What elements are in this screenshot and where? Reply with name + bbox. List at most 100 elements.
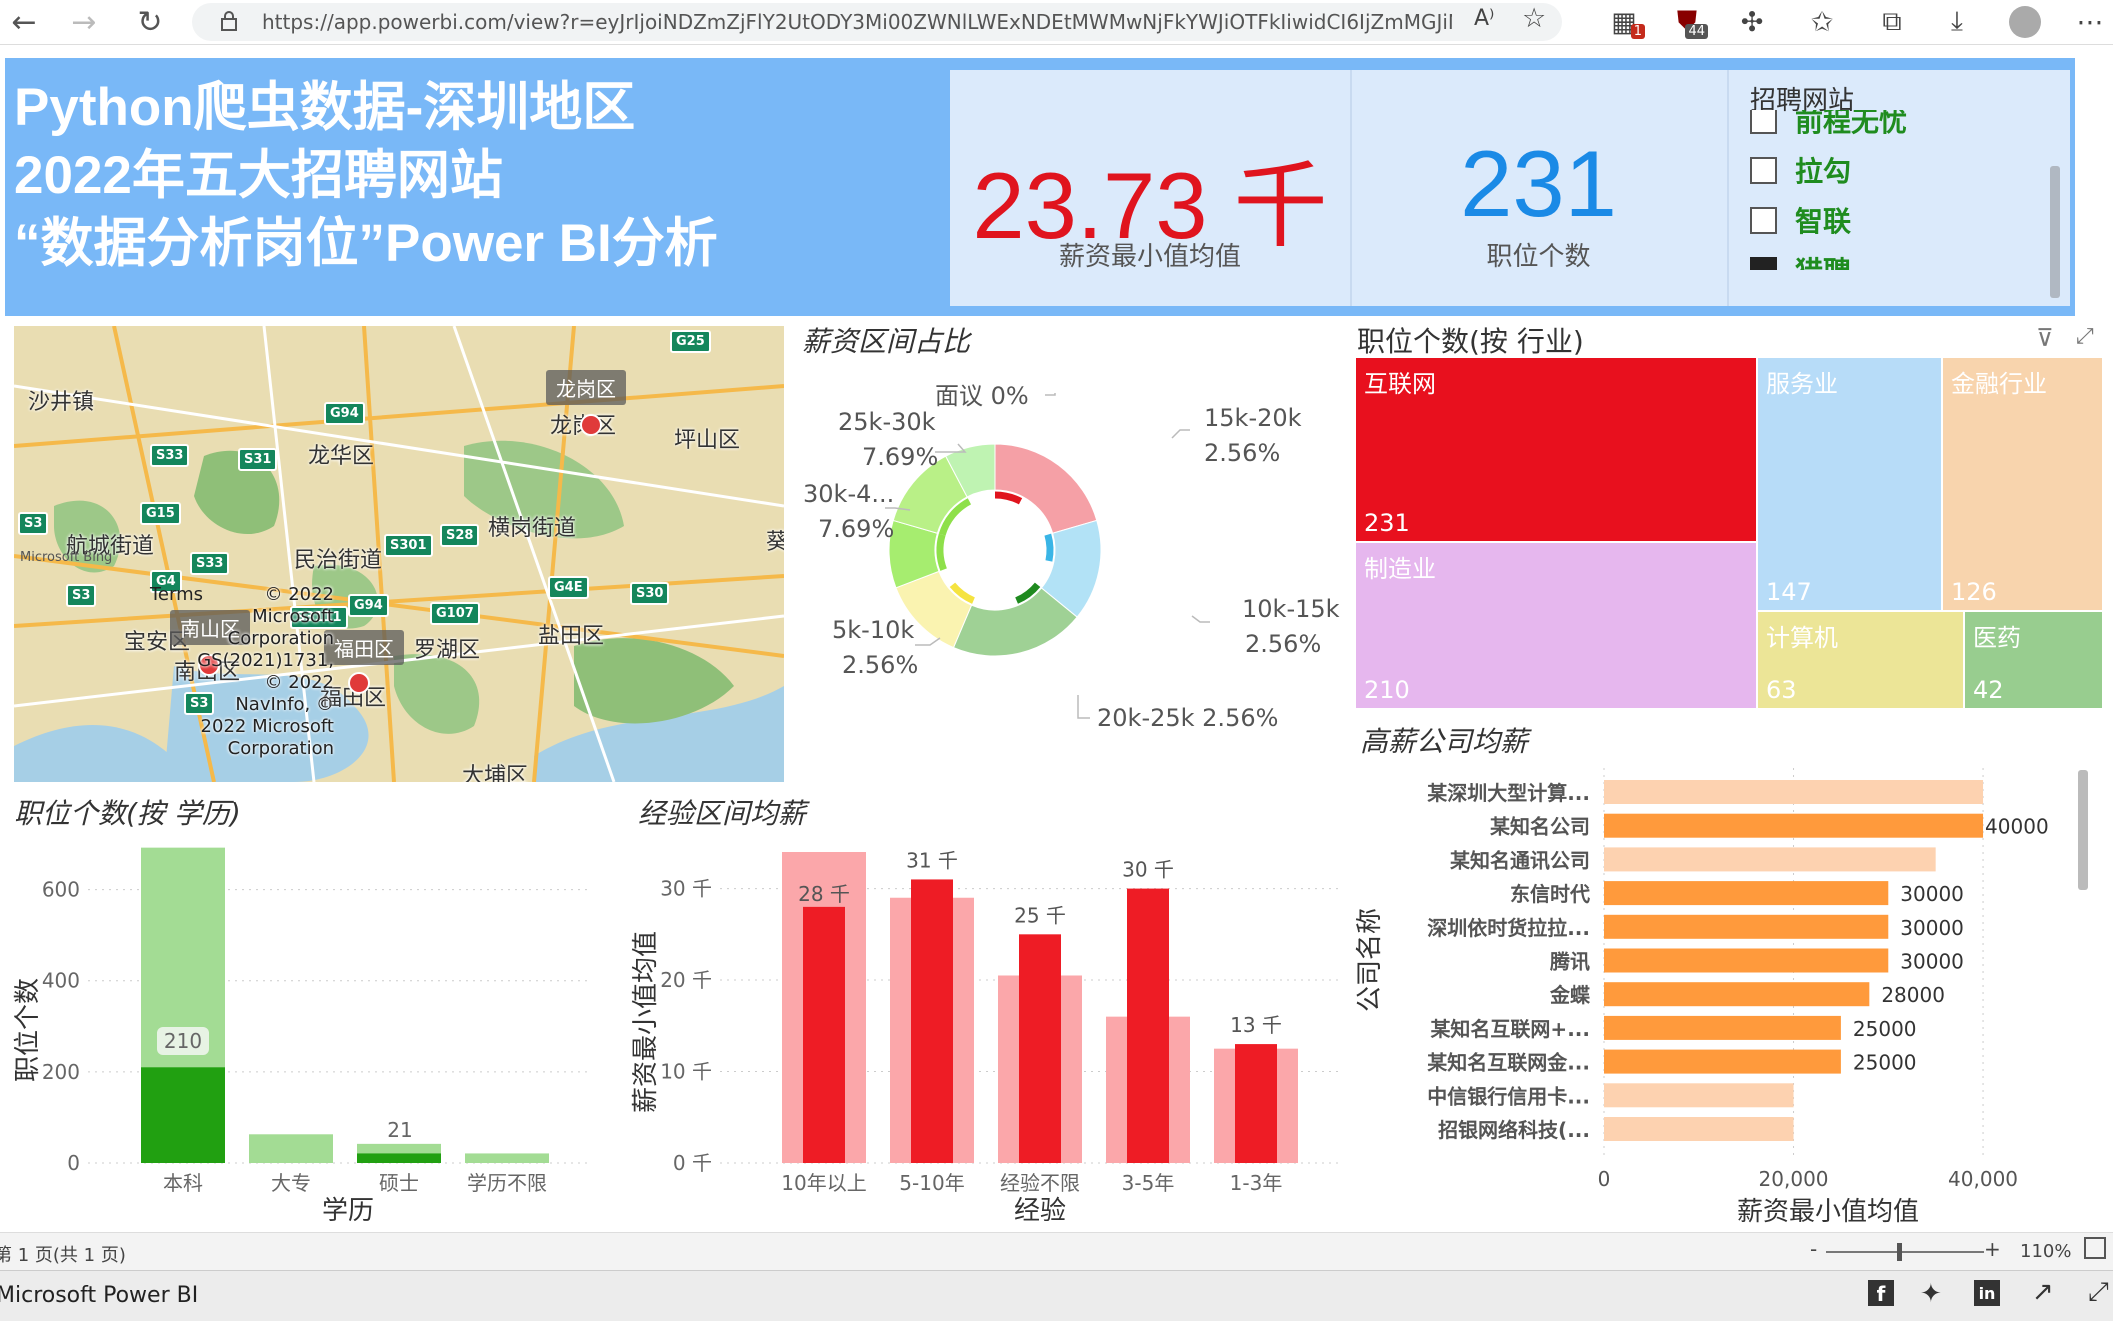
checkbox[interactable] [1750,206,1777,234]
exp-bar-highlight [1235,1044,1277,1163]
company-bar [1604,914,1889,939]
treemap-tile-manufacturing[interactable]: 制造业 210 [1356,543,1756,708]
x-tick-label: 大专 [271,1171,311,1195]
filter-icon[interactable]: ⊽ [2036,324,2054,352]
donut-pct-10-15k: 2.56% [1245,630,1321,658]
treemap-chart[interactable]: 互联网 231 制造业 210 服务业 147 金融行业 126 计算机 63 医药 42 [1356,358,2102,708]
x-tick-label: 本科 [163,1171,203,1195]
fit-to-page-icon[interactable] [2084,1237,2106,1259]
edu-data-label-bachelor: 210 [164,1029,202,1053]
downloads-icon[interactable]: ⤓ [1935,3,1979,41]
map-bubble[interactable] [580,414,602,436]
top-chart-title: 高薪公司均薪 [1360,725,1529,758]
donut-label-mianyi: 面议 0% [935,382,1029,410]
edu-bar-highlight [141,1067,225,1163]
exp-bar-highlight [911,879,953,1163]
slicer-item-qiancheng[interactable]: 前程无忧 [1750,110,1907,140]
edu-y-axis-title: 职位个数 [13,978,43,1082]
exp-chart[interactable]: 0 千 10 千 20 千 30 千 10年以上 5-10年 经验不限 3-5年 1-3年 2… [620,830,1350,1230]
zoom-out-button[interactable]: - [1810,1237,1817,1261]
share-icon[interactable]: ↗ [2032,1277,2054,1307]
slicer-scrollbar[interactable] [2050,166,2060,298]
map-label: 沙井镇 [28,390,95,415]
map-label: 横岗街道 [488,516,577,541]
company-bar [1604,982,1870,1007]
donut-pct-5-10k: 2.56% [842,651,918,679]
refresh-icon[interactable]: ↻ [130,3,170,41]
top-companies-chart[interactable]: 某深圳大型计算... 某知名公司某知名通讯公司东信时代深圳依时货拉拉... 腾讯金蝶… [1350,760,2090,1230]
exp-bar-highlight [1019,934,1061,1163]
checkbox[interactable] [1750,156,1777,184]
exp-chart-title: 经验区间均薪 [638,797,807,830]
favorites-icon[interactable]: ✩ [1800,3,1844,41]
address-bar[interactable]: https://app.powerbi.com/view?r=eyJrIjoiN… [192,3,1562,41]
scrollbar[interactable] [2078,770,2088,890]
company-bar [1604,847,1936,872]
road-shield: G25 [670,330,711,353]
treemap-tile-computer[interactable]: 计算机 63 [1758,612,1963,708]
treemap-tile-medicine[interactable]: 医药 42 [1965,612,2102,708]
x-tick-label: 3-5年 [1122,1171,1175,1195]
exp-data-label: 31 千 [906,848,958,872]
forward-icon[interactable]: → [64,3,104,41]
zoom-slider[interactable] [1826,1251,1984,1253]
slicer-item-lagou[interactable]: 拉勾 [1750,150,1851,190]
road-shield: S3 [18,512,49,535]
focus-mode-icon[interactable]: ⤢ [2076,324,2094,349]
top-data-label: 25000 [1853,1017,1917,1041]
fullscreen-icon[interactable]: ⤢ [2088,1277,2109,1308]
zoom-level: 110% [2020,1241,2072,1262]
map-tag[interactable]: 龙岗区 [546,370,626,405]
ublock-icon[interactable]: ⛊ 44 [1665,3,1709,41]
y-tick-label: 20 千 [660,968,712,992]
company-label: 某知名通讯公司 [1450,848,1590,872]
company-label: 招银网络科技(... [1438,1118,1590,1142]
treemap-title: 职位个数(按 行业) [1357,325,1584,358]
checkbox[interactable] [1750,110,1777,134]
collections-icon[interactable]: ⧉ [1870,3,1914,41]
twitter-icon[interactable]: ✦ [1920,1279,1942,1309]
map-label: 罗湖区 [414,638,481,663]
linkedin-icon[interactable]: in [1974,1280,2000,1306]
back-icon[interactable]: ← [4,3,44,41]
checkbox-checked[interactable] [1750,256,1777,270]
treemap-tile-service[interactable]: 服务业 147 [1758,358,1941,610]
zoom-slider-thumb[interactable] [1897,1243,1903,1261]
road-shield: G94 [324,402,365,425]
exp-data-label: 30 千 [1122,858,1174,882]
slicer-item-zhilian[interactable]: 智联 [1750,200,1851,240]
map-bubble[interactable] [348,672,370,694]
x-tick-label: 10年以上 [781,1171,866,1195]
treemap-tile-finance[interactable]: 金融行业 126 [1943,358,2102,610]
road-shield: G107 [430,602,480,625]
page-indicator: 第 1 页(共 1 页) [0,1245,126,1266]
extension-icon[interactable]: ▦ 1 [1602,3,1646,41]
profile-avatar[interactable] [2003,3,2047,41]
donut-highlight-arc [994,491,1023,505]
puzzle-icon[interactable]: ✣ [1730,3,1774,41]
company-label: 中信银行信用卡... [1427,1084,1590,1108]
map-tag[interactable]: 福田区 [324,630,404,665]
treemap-tile-internet[interactable]: 互联网 231 [1356,358,1756,541]
edu-bar-highlight [357,1153,441,1163]
powerbi-brand-link[interactable]: Microsoft Power BI [0,1283,198,1308]
zoom-in-button[interactable]: + [1984,1237,2001,1261]
edu-chart[interactable]: 0 200 400 600 本科 大专 硕士 学历不限 210 21 学历 职位个数 [0,830,620,1230]
donut-title: 薪资区间占比 [802,325,971,358]
map-label: 盐田区 [538,624,605,649]
y-tick-label: 400 [42,969,80,993]
facebook-icon[interactable]: f [1868,1280,1894,1306]
edu-x-axis-title: 学历 [322,1196,374,1226]
add-favorite-icon[interactable]: ☆ [1522,3,1546,34]
slicer-item-liepin[interactable]: 猎聘 [1750,250,1851,270]
road-shield: S3 [66,584,97,607]
top-data-label: 25000 [1853,1051,1917,1075]
top-data-label: 30000 [1900,882,1964,906]
more-icon[interactable]: ⋯ [2068,3,2112,41]
map-visual[interactable]: 沙井镇 龙岗区 龙岗区 坪山区 龙华区 横岗街道 航城街道 民治街道 宝安区 南… [14,326,784,782]
company-bar [1604,813,1984,838]
read-aloud-icon[interactable]: A⁾ [1474,6,1494,31]
edu-bar [465,1153,549,1163]
top-x-axis-title: 薪资最小值均值 [1737,1197,1919,1227]
donut-chart[interactable]: 面议 0% 15k-20k 2.56% 25k-30k 7.69% 30k-4.… [800,360,1340,740]
